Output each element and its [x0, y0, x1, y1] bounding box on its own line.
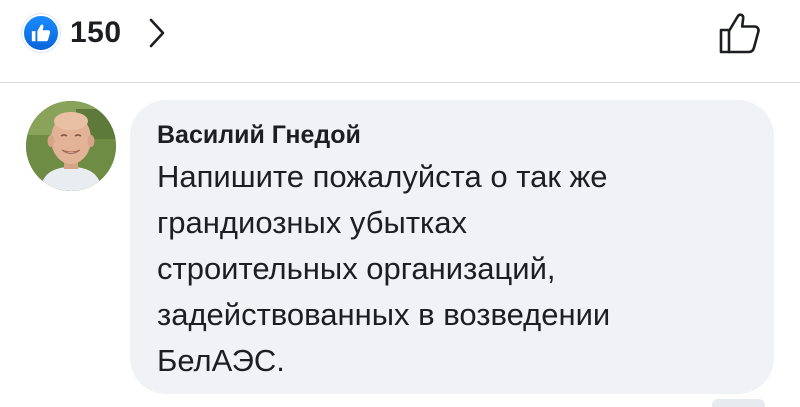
comment-text: Напишите пожалуйста о так же грандиозных… — [157, 159, 611, 378]
reaction-summary[interactable]: 150 — [22, 11, 166, 55]
author-name[interactable]: Василий Гнедой — [157, 120, 750, 150]
reactions-bar: 150 — [0, 0, 800, 82]
divider — [0, 82, 800, 83]
chevron-right-icon[interactable] — [148, 18, 166, 48]
cropped-element — [745, 399, 765, 407]
avatar[interactable] — [26, 101, 116, 191]
reaction-count: 150 — [70, 16, 122, 49]
thumbs-up-outline-icon — [717, 11, 763, 60]
comment-thread: 150 Василий Гнедой Напишите пожалуйста о… — [0, 0, 800, 407]
comment-bubble: Василий Гнедой Напишите пожалуйста о так… — [130, 100, 774, 394]
thumbs-up-icon — [22, 14, 60, 52]
like-button[interactable] — [714, 11, 766, 59]
